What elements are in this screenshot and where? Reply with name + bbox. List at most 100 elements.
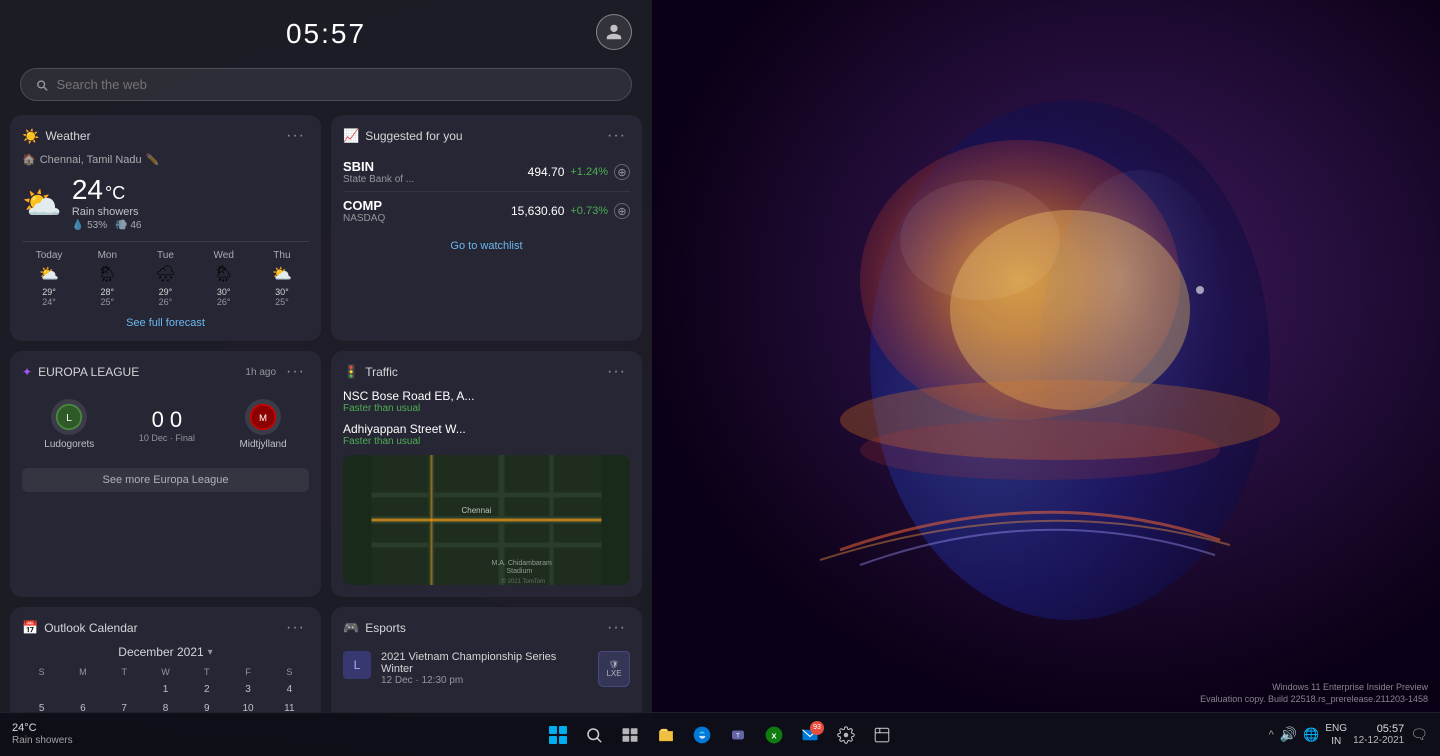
edit-location-icon[interactable]: ✏️ [146,153,160,166]
edge-browser-button[interactable] [686,719,718,751]
stocks-widget: 📈 Suggested for you ··· SBIN State Bank … [331,115,642,341]
weather-widget: ☀️ Weather ··· 🏠 Chennai, Tamil Nadu ✏️ … [10,115,321,341]
team1-info: L Ludogorets [44,399,94,450]
calendar-more-button[interactable]: ··· [282,619,309,637]
weather-condition-icon: ⛅ [22,184,62,222]
weather-more-button[interactable]: ··· [282,127,309,145]
see-more-europa-link[interactable]: See more Europa League [22,468,309,492]
mail-button[interactable]: 93 [794,719,826,751]
taskbar-language[interactable]: ENG IN [1325,722,1347,748]
stocks-title: Suggested for you [365,129,462,143]
stock-row-sbin[interactable]: SBIN State Bank of ... 494.70 +1.24% ⊕ [343,153,630,192]
search-bar[interactable] [20,68,632,101]
calendar-widget: 📅 Outlook Calendar ··· December 2021 ▾ S… [10,607,321,720]
taskbar-center: T X 93 [542,719,898,751]
forecast-tue: Tue 🌧 29° 26° [138,250,192,307]
add-comp-button[interactable]: ⊕ [614,203,630,219]
esports-title: Esports [365,621,406,635]
forecast-wed: Wed 🌦 30° 26° [197,250,251,307]
svg-text:T: T [736,733,740,739]
traffic-more-button[interactable]: ··· [603,363,630,381]
weather-header: ☀️ Weather ··· [22,127,309,145]
start-button[interactable] [542,719,574,751]
cal-header-m: M [63,665,102,679]
match-row: L Ludogorets 0 0 10 Dec · Final M Midtjy… [22,389,309,460]
traffic-header: 🚦 Traffic ··· [343,363,630,381]
weather-icon: ☀️ [22,128,39,145]
sports-header: ✦ EUROPA LEAGUE 1h ago ··· [22,363,309,381]
task-view-button[interactable] [614,719,646,751]
stock-row-comp[interactable]: COMP NASDAQ 15,630.60 +0.73% ⊕ [343,192,630,230]
taskbar-clock[interactable]: 05:57 12-12-2021 [1353,723,1404,746]
xbox-button[interactable]: X [758,719,790,751]
mail-badge: 93 [810,721,824,735]
svg-text:M: M [259,413,267,424]
cal-day-1[interactable]: 1 [146,681,185,698]
screen-capture-button[interactable] [866,719,898,751]
weather-location: 🏠 Chennai, Tamil Nadu ✏️ [22,153,309,166]
cal-header-s2: S [270,665,309,679]
esports-icon: 🎮 [343,620,359,636]
cal-day-2[interactable]: 2 [187,681,226,698]
sports-title: EUROPA LEAGUE [38,365,139,379]
add-sbin-button[interactable]: ⊕ [614,164,630,180]
forecast-thu: Thu ⛅ 30° 25° [255,250,309,307]
weather-description: Rain showers [72,206,142,218]
settings-button[interactable] [830,719,862,751]
cal-header-t2: T [187,665,226,679]
see-full-forecast-link[interactable]: See full forecast [22,317,309,329]
panel-time: 05:57 [286,18,366,50]
cal-header-w: W [146,665,185,679]
weather-temperature: 24 [72,174,103,206]
esport-shield-badge: 🛡 LXE [598,651,630,687]
cal-day-3[interactable]: 3 [228,681,267,698]
volume-icon[interactable]: 🔊 [1280,726,1297,743]
weather-details: 💧 53% 💨 46 [72,220,142,231]
system-info: Windows 11 Enterprise Insider Preview Ev… [1200,681,1428,706]
user-avatar[interactable] [596,14,632,50]
search-input[interactable] [56,77,617,92]
team2-info: M Midtjylland [239,399,286,450]
file-explorer-button[interactable] [650,719,682,751]
traffic-road-1: NSC Bose Road EB, A... Faster than usual [343,389,630,414]
widgets-panel: 05:57 ☀️ Weather ··· 🏠 Chennai [0,0,652,720]
team2-logo: M [245,399,281,435]
team1-logo: L [51,399,87,435]
esport-event-row[interactable]: L 2021 Vietnam Championship Series Winte… [343,645,630,693]
taskbar: 24°C Rain showers [0,712,1440,756]
weather-unit: °C [105,183,125,204]
taskbar-weather[interactable]: 24°C Rain showers [12,722,73,747]
go-to-watchlist-link[interactable]: Go to watchlist [343,240,630,252]
calendar-title: Outlook Calendar [44,621,137,635]
widgets-grid: ☀️ Weather ··· 🏠 Chennai, Tamil Nadu ✏️ … [0,115,652,720]
traffic-map[interactable]: Chennai M.A. Chidambaram Stadium © 2021 … [343,455,630,585]
svg-text:X: X [771,731,776,740]
sports-more-button[interactable]: ··· [282,363,309,381]
rain-percent: 💧 53% [72,220,107,231]
calendar-icon: 📅 [22,620,38,636]
traffic-title: Traffic [365,365,398,379]
stocks-more-button[interactable]: ··· [603,127,630,145]
taskbar-search-button[interactable] [578,719,610,751]
search-icon [35,78,48,92]
svg-text:L: L [66,412,72,424]
cal-header-s1: S [22,665,61,679]
weather-main: ⛅ 24 °C Rain showers 💧 53% 💨 46 [22,174,309,231]
forecast-today: Today ⛅ 29° 24° [22,250,76,307]
calendar-header: 📅 Outlook Calendar ··· [22,619,309,637]
sports-icon: ✦ [22,365,32,379]
calendar-dropdown-icon[interactable]: ▾ [208,647,213,658]
cal-day-4[interactable]: 4 [270,681,309,698]
taskbar-right: ^ 🔊 🌐 ENG IN 05:57 12-12-2021 🗨 [1257,722,1440,748]
weather-forecast: Today ⛅ 29° 24° Mon 🌦 28° 25° T [22,241,309,307]
esports-more-button[interactable]: ··· [603,619,630,637]
teams-button[interactable]: T [722,719,754,751]
systray-chevron[interactable]: ^ [1269,729,1274,741]
match-score: 0 0 10 Dec · Final [139,407,195,443]
calendar-month: December 2021 ▾ [22,645,309,659]
weather-title: Weather [45,129,90,143]
notification-button[interactable]: 🗨 [1410,726,1428,743]
network-icon[interactable]: 🌐 [1303,727,1319,743]
traffic-icon: 🚦 [343,364,359,380]
esport-team-logo: L [343,651,371,679]
